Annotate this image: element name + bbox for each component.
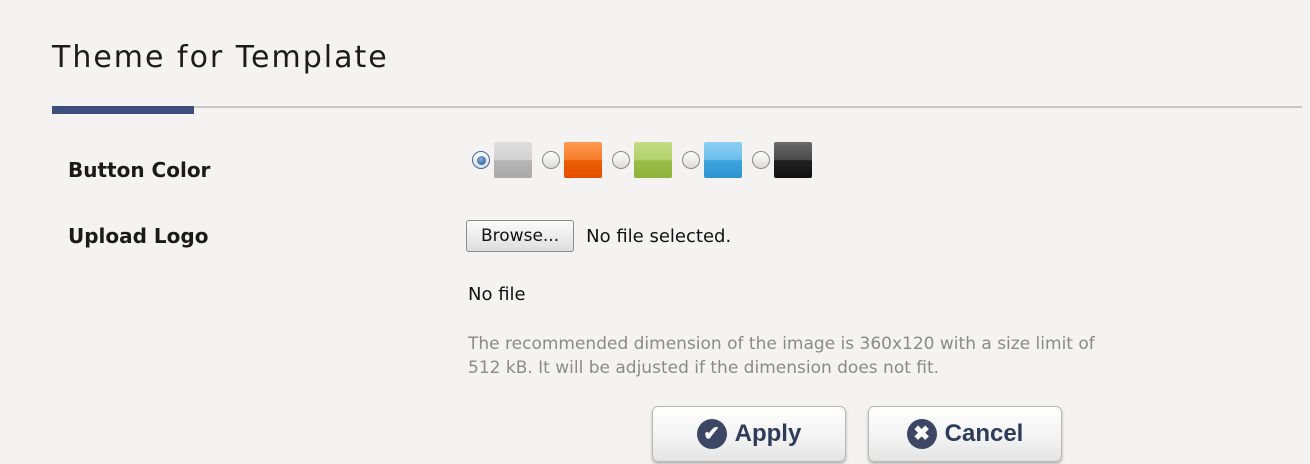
apply-button-label: Apply [734, 420, 802, 447]
button-color-options [472, 142, 822, 178]
color-option-orange[interactable] [542, 142, 602, 178]
close-icon: ✖ [906, 419, 937, 449]
color-radio-black[interactable] [752, 151, 770, 169]
color-swatch-blue[interactable] [704, 142, 742, 178]
checkmark-icon: ✔ [696, 419, 727, 449]
color-swatch-green[interactable] [634, 142, 672, 178]
page-title: Theme for Template [52, 40, 389, 75]
title-divider [52, 106, 1302, 108]
browse-button[interactable]: Browse... [466, 220, 575, 252]
color-radio-gray[interactable] [472, 151, 490, 169]
current-logo-text: No file [468, 284, 526, 305]
color-option-blue[interactable] [682, 142, 742, 178]
color-radio-green[interactable] [612, 151, 630, 169]
color-swatch-gray[interactable] [494, 142, 532, 178]
color-option-gray[interactable] [472, 142, 532, 178]
title-divider-accent [52, 106, 194, 114]
color-radio-blue[interactable] [682, 151, 700, 169]
logo-dimension-hint: The recommended dimension of the image i… [468, 334, 1095, 378]
cancel-button[interactable]: ✖ Cancel [868, 406, 1062, 462]
upload-logo-label: Upload Logo [68, 224, 209, 248]
file-input: Browse... No file selected. [466, 220, 731, 252]
color-radio-orange[interactable] [542, 151, 560, 169]
file-status-text: No file selected. [586, 225, 732, 247]
color-swatch-black[interactable] [774, 142, 812, 178]
apply-button[interactable]: ✔ Apply [652, 406, 846, 462]
radio-selected-dot [476, 155, 486, 165]
color-option-green[interactable] [612, 142, 672, 178]
color-option-black[interactable] [752, 142, 812, 178]
cancel-button-label: Cancel [944, 420, 1024, 447]
theme-panel: Theme for Template Button Color Upload L… [0, 0, 1310, 464]
color-swatch-orange[interactable] [564, 142, 602, 178]
button-color-label: Button Color [68, 158, 211, 182]
